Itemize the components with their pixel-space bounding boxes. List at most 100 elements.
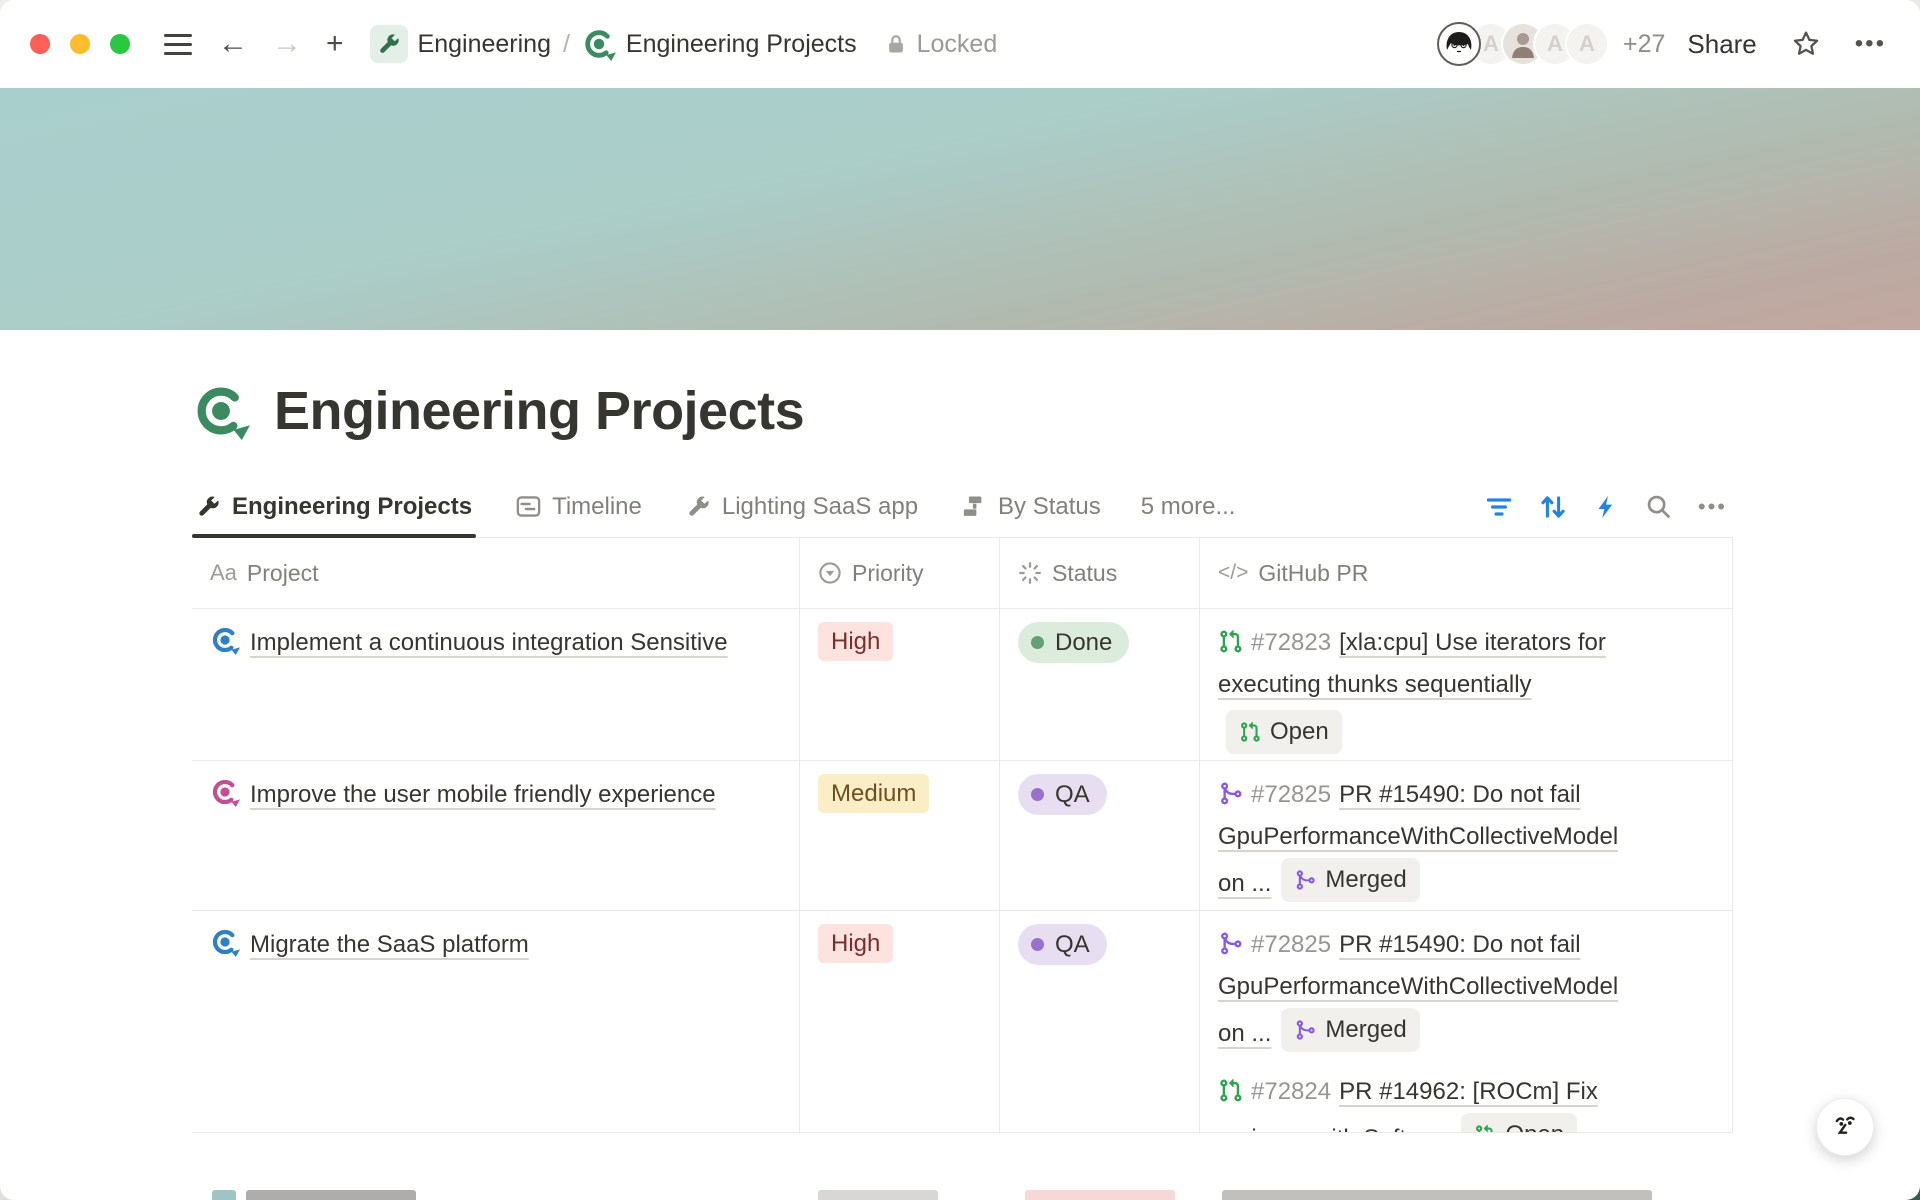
clipped-project-fragment — [212, 1190, 236, 1200]
priority-cell[interactable]: High — [800, 911, 1000, 1132]
column-header-github-pr[interactable]: </> GitHub PR — [1200, 538, 1733, 608]
project-cycle-icon — [210, 927, 240, 957]
notion-ai-button[interactable] — [1816, 1098, 1874, 1156]
project-cell: Migrate the SaaS platform — [192, 911, 800, 1132]
more-options-button[interactable]: ••• — [1851, 26, 1890, 62]
status-dot — [1031, 938, 1044, 951]
project-page-link[interactable]: Migrate the SaaS platform — [210, 924, 781, 966]
priority-cell[interactable]: High — [800, 609, 1000, 760]
pr-merged-icon — [1294, 869, 1316, 891]
share-button[interactable]: Share — [1687, 29, 1756, 60]
database-table: Aa Project Priority Status </> GitHub PR — [192, 538, 1733, 1133]
breadcrumb-page-label: Engineering Projects — [626, 30, 857, 59]
pr-link[interactable]: #72824PR #14962: [ROCm] Fix an issue wit… — [1218, 1071, 1714, 1132]
pr-link[interactable]: #72823[xla:cpu] Use iterators for execut… — [1218, 622, 1714, 757]
pr-number: #72825 — [1251, 931, 1331, 958]
top-bar: ← → + Engineering / Engineering Projects… — [0, 0, 1920, 88]
pr-state-label: Open — [1505, 1114, 1564, 1132]
viewer-avatars: A A A — [1437, 22, 1609, 66]
pr-number: #72825 — [1251, 781, 1331, 808]
pr-state-label: Merged — [1325, 1009, 1406, 1051]
tab-label: By Status — [998, 493, 1101, 521]
table-header-row: Aa Project Priority Status </> GitHub PR — [192, 538, 1733, 609]
pr-title-line: an issue with Softmax — [1218, 1125, 1451, 1132]
sort-icon[interactable] — [1533, 487, 1573, 527]
breadcrumb-page[interactable]: Engineering Projects — [582, 27, 857, 61]
status-dot — [1031, 788, 1044, 801]
pr-state-label: Open — [1270, 711, 1329, 753]
column-label: GitHub PR — [1258, 560, 1368, 587]
priority-cell[interactable]: Medium — [800, 761, 1000, 910]
page-header: Engineering Projects — [192, 380, 1733, 442]
pr-title-line: [xla:cpu] Use iterators for — [1339, 629, 1606, 656]
notion-window: ← → + Engineering / Engineering Projects… — [0, 0, 1920, 1200]
avatar-overflow-count[interactable]: +27 — [1623, 30, 1665, 59]
pr-title-line: GpuPerformanceWithCollectiveModel — [1218, 966, 1714, 1008]
pr-title-line: GpuPerformanceWithCollectiveModel — [1218, 816, 1714, 858]
column-header-project[interactable]: Aa Project — [192, 538, 800, 608]
status-pill: QA — [1018, 774, 1107, 815]
status-cell[interactable]: Done — [1000, 609, 1200, 760]
avatar-letter[interactable]: A — [1565, 22, 1609, 66]
column-header-priority[interactable]: Priority — [800, 538, 1000, 608]
pr-state-badge[interactable]: Open — [1461, 1113, 1577, 1132]
column-header-status[interactable]: Status — [1000, 538, 1200, 608]
automation-bolt-icon[interactable] — [1587, 488, 1625, 526]
project-title: Implement a continuous integration Sensi… — [250, 629, 728, 656]
locked-indicator[interactable]: Locked — [885, 30, 998, 59]
tab-timeline[interactable]: Timeline — [512, 476, 646, 537]
status-label: QA — [1055, 778, 1090, 811]
project-page-link[interactable]: Implement a continuous integration Sensi… — [210, 622, 781, 664]
timeline-icon — [516, 494, 541, 519]
sidebar-menu-icon[interactable] — [164, 34, 192, 55]
page-cycle-icon-large[interactable] — [192, 382, 250, 440]
pr-open-icon — [1218, 629, 1243, 654]
zoom-window-button[interactable] — [110, 34, 130, 54]
table-row: Improve the user mobile friendly experie… — [192, 761, 1733, 911]
avatar-cartoon[interactable] — [1437, 22, 1481, 66]
project-page-link[interactable]: Improve the user mobile friendly experie… — [210, 774, 781, 816]
priority-badge: High — [818, 924, 893, 963]
column-label: Priority — [852, 560, 924, 587]
ai-face-icon — [1828, 1110, 1862, 1144]
tab-label: Lighting SaaS app — [722, 493, 918, 521]
page-title[interactable]: Engineering Projects — [274, 380, 804, 442]
pr-state-badge[interactable]: Merged — [1281, 858, 1419, 902]
pr-link[interactable]: #72825PR #15490: Do not fail GpuPerforma… — [1218, 774, 1714, 905]
minimize-window-button[interactable] — [70, 34, 90, 54]
search-icon[interactable] — [1639, 487, 1678, 526]
pr-number: #72823 — [1251, 629, 1331, 656]
pr-state-badge[interactable]: Open — [1226, 710, 1342, 754]
pr-link[interactable]: #72825PR #15490: Do not fail GpuPerforma… — [1218, 924, 1714, 1055]
pr-open-icon — [1474, 1124, 1496, 1132]
tab-lighting-saas-app[interactable]: Lighting SaaS app — [682, 476, 922, 537]
view-toolbar: ••• — [1479, 487, 1733, 527]
back-button[interactable]: ← — [218, 29, 248, 59]
status-cell[interactable]: QA — [1000, 761, 1200, 910]
new-page-button[interactable]: + — [326, 29, 344, 59]
more-views-button[interactable]: 5 more... — [1141, 493, 1236, 521]
view-options-button[interactable]: ••• — [1692, 488, 1733, 526]
pr-state-badge[interactable]: Merged — [1281, 1008, 1419, 1052]
github-pr-cell: #72823[xla:cpu] Use iterators for execut… — [1200, 609, 1733, 760]
breadcrumb-separator: / — [563, 30, 570, 59]
breadcrumb-workspace[interactable]: Engineering — [370, 25, 551, 63]
code-type-icon: </> — [1218, 561, 1248, 585]
lock-icon — [885, 33, 907, 55]
project-title: Improve the user mobile friendly experie… — [250, 781, 716, 808]
tab-label: Timeline — [552, 493, 642, 521]
filter-icon[interactable] — [1479, 487, 1519, 527]
status-cell[interactable]: QA — [1000, 911, 1200, 1132]
close-window-button[interactable] — [30, 34, 50, 54]
forward-button[interactable]: → — [272, 29, 302, 59]
pr-open-icon — [1239, 721, 1261, 743]
traffic-lights — [30, 34, 130, 54]
breadcrumb-workspace-label: Engineering — [418, 30, 551, 59]
page-content: Engineering Projects Engineering Project… — [192, 380, 1733, 1133]
tab-by-status[interactable]: By Status — [958, 476, 1105, 537]
page-cover-image[interactable] — [0, 88, 1920, 330]
clipped-next-row — [0, 1186, 1920, 1200]
favorite-star-icon[interactable] — [1787, 25, 1825, 63]
pr-title-line: on ... — [1218, 1020, 1271, 1047]
tab-engineering-projects[interactable]: Engineering Projects — [192, 476, 476, 537]
